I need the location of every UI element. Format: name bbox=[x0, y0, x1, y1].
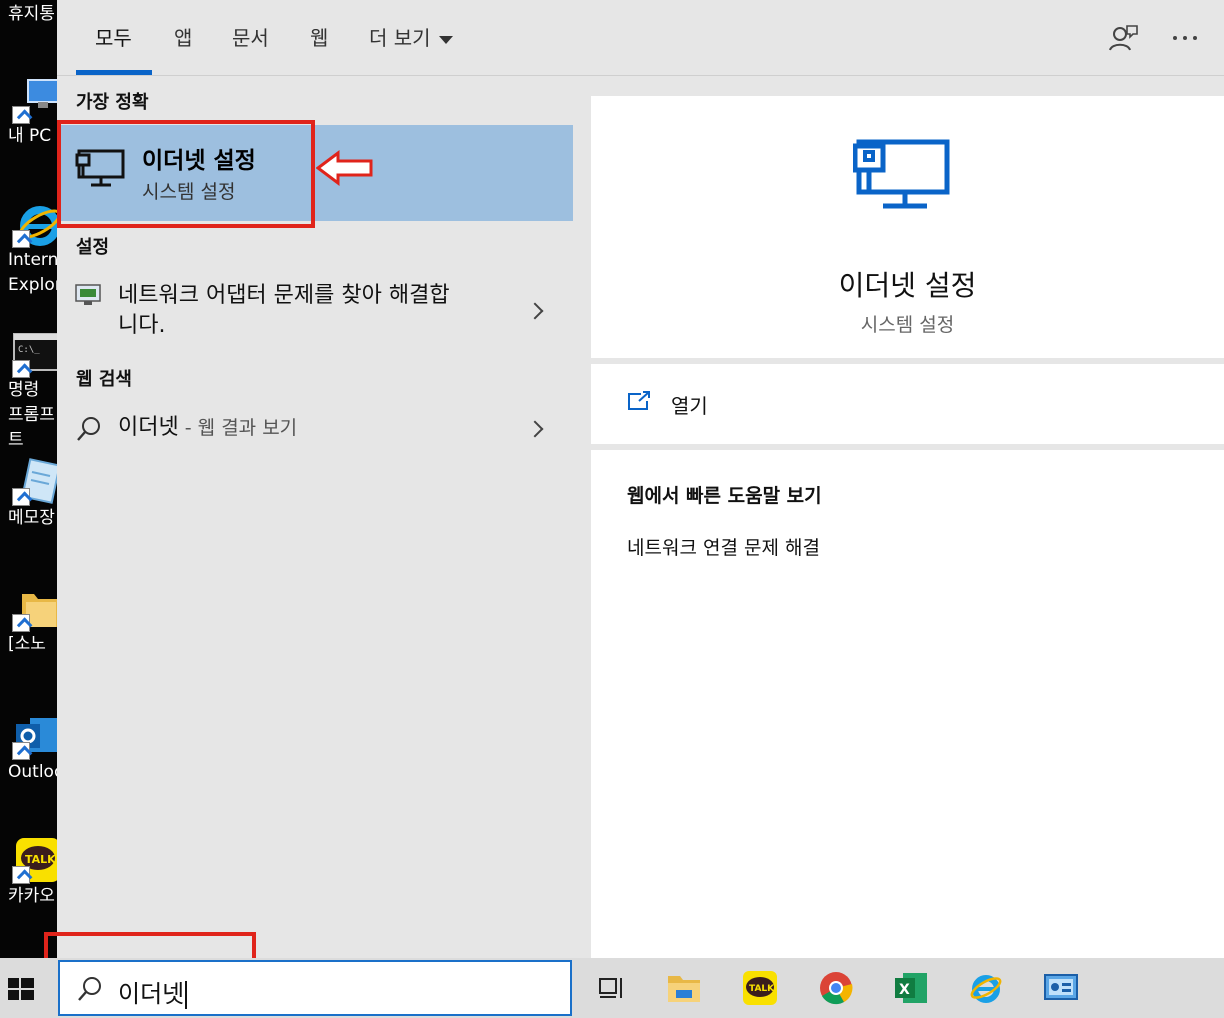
kakaotalk-icon[interactable]: TALK bbox=[742, 970, 778, 1006]
desktop-icon-label: [소노 bbox=[8, 634, 46, 654]
search-query-text: 이더넷 bbox=[118, 980, 185, 1008]
desktop-icon-cmd[interactable]: C:\_ 명령 프롬프트 bbox=[0, 330, 57, 453]
settings-result-line2: 니다. bbox=[118, 313, 166, 338]
task-view-icon[interactable] bbox=[594, 970, 630, 1006]
tab-more[interactable]: 더 보기 bbox=[369, 22, 453, 51]
text-cursor bbox=[185, 981, 188, 1009]
more-options-icon[interactable] bbox=[1169, 22, 1201, 54]
svg-text:X: X bbox=[899, 982, 910, 998]
chrome-icon[interactable] bbox=[818, 970, 854, 1006]
svg-text:TALK: TALK bbox=[25, 853, 56, 866]
open-action[interactable]: 열기 bbox=[591, 364, 1224, 444]
svg-text:C:\_: C:\_ bbox=[18, 345, 40, 355]
svg-text:TALK: TALK bbox=[749, 984, 775, 994]
tab-all[interactable]: 모두 bbox=[95, 22, 132, 51]
search-icon bbox=[75, 415, 103, 447]
desktop-icon-this-pc[interactable]: 내 PC bbox=[0, 76, 57, 149]
this-pc-icon bbox=[12, 76, 57, 124]
desktop-icon-label: 명령 프롬프트 bbox=[8, 380, 55, 450]
web-help-title: 웹에서 빠른 도움말 보기 bbox=[627, 485, 822, 507]
section-title-best-match: 가장 정확 bbox=[76, 92, 149, 113]
section-title-web-search: 웹 검색 bbox=[76, 369, 132, 390]
outlook-icon bbox=[12, 712, 57, 760]
feedback-icon[interactable] bbox=[1107, 22, 1139, 54]
chevron-right-icon bbox=[526, 420, 544, 438]
desktop-icon-label: 내 PC bbox=[8, 126, 52, 146]
desktop: 휴지통 내 PC Internet Explorer C:\_ 명령 프롬프트 … bbox=[0, 0, 57, 958]
web-result-suffix: - 웹 결과 보기 bbox=[178, 417, 298, 439]
tab-web[interactable]: 웹 bbox=[310, 22, 328, 51]
section-title-settings: 설정 bbox=[76, 237, 110, 258]
desktop-icon-label: Outlook bbox=[8, 762, 57, 782]
web-help-link[interactable]: 네트워크 연결 문제 해결 bbox=[627, 533, 820, 560]
settings-result-item[interactable]: 네트워크 어댑터 문제를 찾아 해결합 니다. bbox=[57, 277, 573, 347]
desktop-icon-kakaotalk[interactable]: TALK 카카오 bbox=[0, 836, 57, 909]
desktop-icon-label: 카카오 bbox=[8, 886, 55, 906]
taskbar-search-input[interactable]: 이더넷 bbox=[58, 960, 572, 1016]
annotation-highlight-box bbox=[57, 120, 315, 228]
internet-explorer-icon[interactable] bbox=[968, 970, 1004, 1006]
search-icon bbox=[76, 975, 104, 1007]
active-tab-indicator bbox=[76, 70, 152, 75]
search-filter-tabs: 모두 앱 문서 웹 더 보기 bbox=[57, 0, 1224, 76]
chevron-down-icon bbox=[438, 35, 453, 44]
ethernet-monitor-icon bbox=[852, 136, 953, 216]
preview-title: 이더넷 설정 bbox=[838, 269, 977, 302]
folder-icon bbox=[12, 584, 57, 632]
desktop-icon-ie[interactable]: Internet Explorer bbox=[0, 200, 57, 298]
web-search-result-item[interactable]: 이더넷 - 웹 결과 보기 bbox=[57, 411, 573, 451]
preview-pane: 이더넷 설정 시스템 설정 열기 웹에서 빠른 도움말 보기 네트워크 연결 문… bbox=[573, 77, 1224, 958]
excel-icon[interactable]: X bbox=[893, 970, 929, 1006]
preview-header-card: 이더넷 설정 시스템 설정 bbox=[591, 96, 1224, 358]
tab-documents[interactable]: 문서 bbox=[232, 22, 269, 51]
desktop-icon-label: 휴지통 bbox=[8, 4, 55, 24]
desktop-icon-folder[interactable]: [소노 bbox=[0, 584, 57, 657]
open-label: 열기 bbox=[671, 394, 708, 418]
annotation-arrow bbox=[315, 150, 374, 190]
notepad-icon bbox=[12, 458, 57, 506]
network-troubleshoot-icon bbox=[75, 283, 101, 311]
desktop-icon-notepad[interactable]: 메모장 bbox=[0, 458, 57, 531]
settings-result-line1: 네트워크 어댑터 문제를 찾아 해결합 bbox=[118, 283, 450, 308]
open-icon bbox=[627, 391, 651, 415]
preview-subtitle: 시스템 설정 bbox=[860, 314, 955, 336]
command-prompt-icon: C:\_ bbox=[12, 330, 57, 378]
control-panel-icon[interactable] bbox=[1043, 970, 1079, 1006]
web-help-card: 웹에서 빠른 도움말 보기 네트워크 연결 문제 해결 bbox=[591, 450, 1224, 958]
tab-apps[interactable]: 앱 bbox=[174, 22, 192, 51]
desktop-icon-label: 메모장 bbox=[8, 508, 55, 528]
tab-more-label: 더 보기 bbox=[369, 26, 431, 50]
taskbar: 이더넷 TALK X bbox=[0, 958, 1224, 1018]
desktop-icon-outlook[interactable]: Outlook bbox=[0, 712, 57, 785]
file-explorer-icon[interactable] bbox=[666, 970, 702, 1006]
web-result-query: 이더넷 bbox=[118, 415, 179, 440]
chevron-right-icon bbox=[526, 302, 544, 320]
internet-explorer-icon bbox=[12, 200, 57, 248]
windows-start-icon[interactable] bbox=[6, 974, 36, 1004]
desktop-icon-recycle-bin[interactable]: 휴지통 bbox=[0, 2, 57, 27]
kakaotalk-icon: TALK bbox=[12, 836, 57, 884]
desktop-icon-label: Internet Explorer bbox=[8, 250, 57, 295]
